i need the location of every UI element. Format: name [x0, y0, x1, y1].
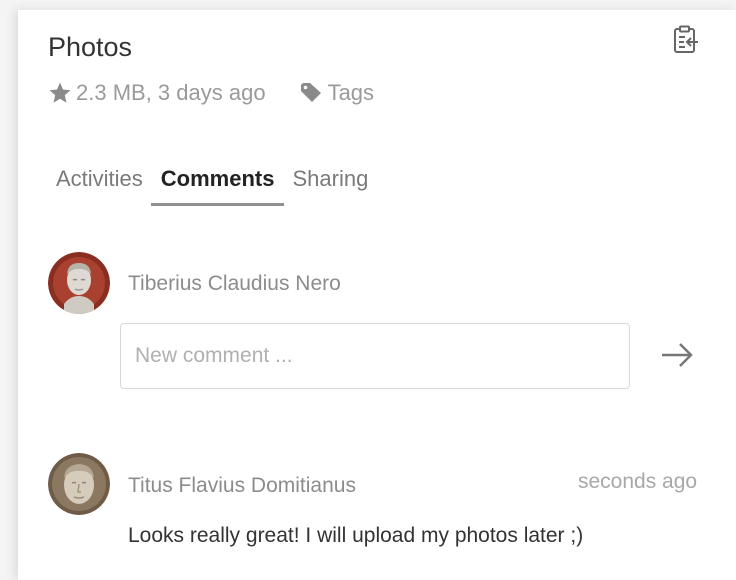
panel-title: Photos	[48, 32, 133, 62]
tab-activities[interactable]: Activities	[48, 162, 151, 206]
details-panel: Photos 2.3 MB, 3 days ago Tags Activitie…	[18, 10, 736, 580]
tab-sharing[interactable]: Sharing	[284, 162, 376, 206]
avatar	[48, 453, 110, 515]
current-user-name: Tiberius Claudius Nero	[128, 272, 341, 295]
comment-timestamp: seconds ago	[578, 470, 698, 493]
arrow-right-icon	[659, 340, 695, 375]
star-icon[interactable]	[48, 81, 72, 105]
send-comment-button[interactable]	[654, 338, 700, 376]
comment-text: Looks really great! I will upload my pho…	[128, 524, 584, 547]
clipboard-export-icon	[672, 25, 700, 60]
avatar	[48, 252, 110, 314]
tag-icon	[300, 82, 324, 104]
new-comment-input[interactable]	[120, 323, 630, 389]
tab-bar: Activities Comments Sharing	[48, 162, 376, 212]
file-info: 2.3 MB, 3 days ago	[76, 80, 266, 105]
tab-comments[interactable]: Comments	[150, 162, 285, 206]
tags-link[interactable]: Tags	[328, 80, 374, 106]
file-meta: 2.3 MB, 3 days ago Tags	[48, 78, 374, 108]
clipboard-export-button[interactable]	[668, 24, 704, 60]
comment-author: Titus Flavius Domitianus	[128, 474, 356, 497]
